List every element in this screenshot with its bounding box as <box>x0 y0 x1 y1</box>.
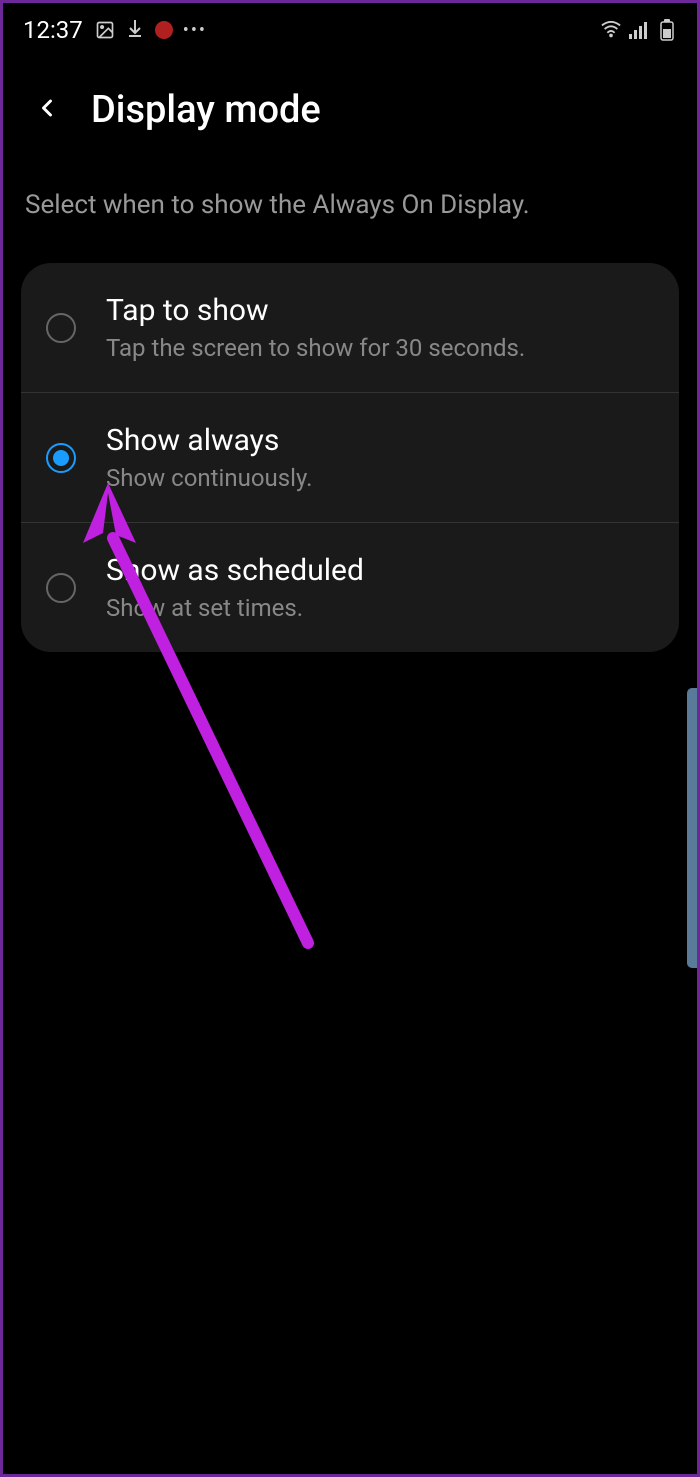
radio-icon-selected <box>46 443 76 473</box>
option-subtitle: Show at set times. <box>106 594 654 622</box>
battery-icon <box>657 20 677 40</box>
option-show-always[interactable]: Show always Show continuously. <box>21 393 679 523</box>
status-time: 12:37 <box>23 16 83 44</box>
scroll-indicator[interactable] <box>687 688 697 968</box>
image-icon <box>95 20 115 40</box>
option-text: Show as scheduled Show at set times. <box>106 553 654 622</box>
back-icon[interactable] <box>33 94 61 126</box>
option-title: Show as scheduled <box>106 553 654 588</box>
option-text: Show always Show continuously. <box>106 423 654 492</box>
page-description: Select when to show the Always On Displa… <box>3 152 697 263</box>
download-icon <box>125 20 145 40</box>
status-left: 12:37 ••• <box>23 16 207 44</box>
options-card: Tap to show Tap the screen to show for 3… <box>21 263 679 652</box>
option-subtitle: Tap the screen to show for 30 seconds. <box>106 334 654 362</box>
option-title: Tap to show <box>106 293 654 328</box>
notification-badge-icon <box>155 21 173 39</box>
signal-icon <box>629 20 649 40</box>
radio-icon <box>46 573 76 603</box>
option-tap-to-show[interactable]: Tap to show Tap the screen to show for 3… <box>21 263 679 393</box>
option-subtitle: Show continuously. <box>106 464 654 492</box>
more-icon: ••• <box>183 20 207 41</box>
option-title: Show always <box>106 423 654 458</box>
status-right <box>601 20 677 40</box>
radio-icon <box>46 313 76 343</box>
option-text: Tap to show Tap the screen to show for 3… <box>106 293 654 362</box>
page-title: Display mode <box>91 88 321 132</box>
option-show-scheduled[interactable]: Show as scheduled Show at set times. <box>21 523 679 652</box>
header: Display mode <box>3 53 697 152</box>
status-bar: 12:37 ••• <box>3 3 697 53</box>
wifi-icon <box>601 20 621 40</box>
status-icons-left: ••• <box>95 20 207 41</box>
